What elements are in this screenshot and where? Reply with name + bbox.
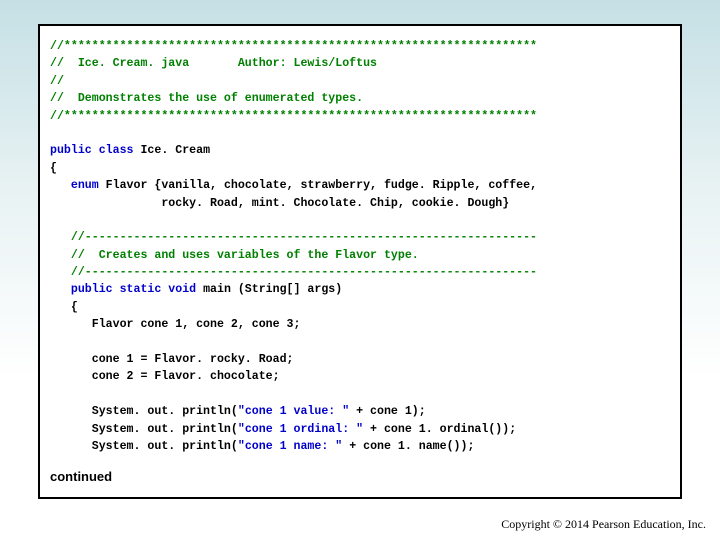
comment-line: // bbox=[50, 75, 64, 88]
stmt: cone 2 = Flavor. chocolate; bbox=[50, 370, 280, 383]
stmt: cone 1 = Flavor. rocky. Road; bbox=[50, 353, 294, 366]
stmt: System. out. println( bbox=[50, 405, 238, 418]
keyword: public static void bbox=[71, 283, 196, 296]
copyright-notice: Copyright © 2014 Pearson Education, Inc. bbox=[501, 517, 706, 532]
enum-decl-2: rocky. Road, mint. Chocolate. Chip, cook… bbox=[50, 197, 509, 210]
string-literal: "cone 1 ordinal: " bbox=[238, 423, 363, 436]
enum-decl: Flavor {vanilla, chocolate, strawberry, … bbox=[99, 179, 537, 192]
stmt: Flavor cone 1, cone 2, cone 3; bbox=[50, 318, 300, 331]
comment-line: //--------------------------------------… bbox=[50, 266, 537, 279]
stmt: + cone 1); bbox=[349, 405, 426, 418]
keyword: enum bbox=[71, 179, 99, 192]
continued-label: continued bbox=[50, 467, 674, 487]
comment-line: //**************************************… bbox=[50, 40, 537, 53]
class-name: Ice. Cream bbox=[134, 144, 211, 157]
keyword: public class bbox=[50, 144, 134, 157]
code-listing: //**************************************… bbox=[38, 24, 682, 499]
string-literal: "cone 1 value: " bbox=[238, 405, 349, 418]
stmt: System. out. println( bbox=[50, 440, 238, 453]
comment-line: // Demonstrates the use of enumerated ty… bbox=[50, 92, 363, 105]
string-literal: "cone 1 name: " bbox=[238, 440, 342, 453]
comment-line: // Ice. Cream. java Author: Lewis/Loftus bbox=[50, 57, 377, 70]
method-sig: main (String[] args) bbox=[196, 283, 342, 296]
comment-line: // Creates and uses variables of the Fla… bbox=[50, 249, 419, 262]
comment-line: //**************************************… bbox=[50, 110, 537, 123]
brace: { bbox=[50, 301, 78, 314]
stmt: + cone 1. ordinal()); bbox=[363, 423, 516, 436]
code-pre: //**************************************… bbox=[50, 38, 674, 455]
brace: { bbox=[50, 162, 57, 175]
stmt: System. out. println( bbox=[50, 423, 238, 436]
comment-line: //--------------------------------------… bbox=[50, 231, 537, 244]
stmt: + cone 1. name()); bbox=[342, 440, 474, 453]
